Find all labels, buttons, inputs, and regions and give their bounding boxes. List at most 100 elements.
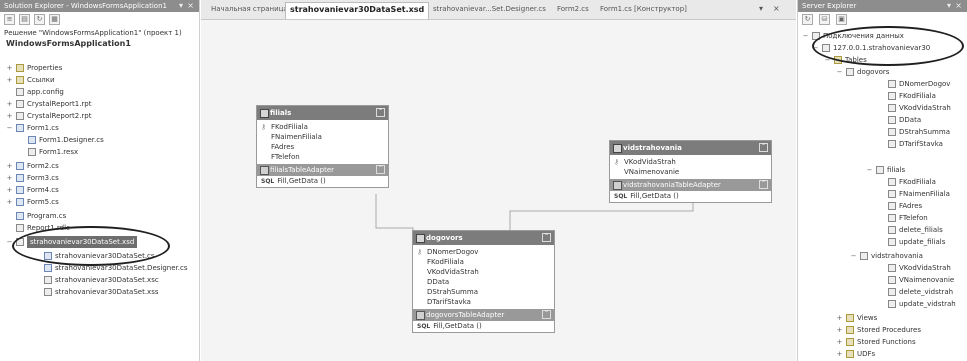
tree-item-trigger[interactable]: update_filials: [888, 236, 945, 248]
tree-item-form1[interactable]: − Form1.cs: [6, 122, 59, 134]
table-header[interactable]: dogovors ˄: [413, 231, 554, 245]
column-row[interactable]: ⚷ DNomerDogov: [413, 247, 554, 257]
tree-item-app-config[interactable]: app.config: [16, 86, 64, 98]
collapse-icon[interactable]: ˄: [542, 310, 551, 319]
close-document-icon[interactable]: ×: [773, 4, 780, 13]
expand-icon[interactable]: +: [836, 348, 843, 360]
tree-item-column[interactable]: DData: [888, 114, 921, 126]
tree-item-table-vidstrahovania[interactable]: − vidstrahovania: [850, 250, 923, 262]
tree-item-column[interactable]: DTarifStavka: [888, 138, 943, 150]
tree-item-column[interactable]: VKodVidaStrah: [888, 102, 951, 114]
tree-item-properties[interactable]: + Properties: [6, 62, 62, 74]
column-row[interactable]: DData: [413, 277, 554, 287]
tree-item-crystalreport2[interactable]: + CrystalReport2.rpt: [6, 110, 91, 122]
table-vidstrahovania[interactable]: vidstrahovania ˄ ⚷ VKodVidaStrah VNaimeno…: [609, 140, 772, 203]
tree-item-crystalreport1[interactable]: + CrystalReport1.rpt: [6, 98, 91, 110]
tree-item-column[interactable]: FKodFiliala: [888, 90, 936, 102]
tree-item-trigger[interactable]: delete_vidstrah: [888, 286, 953, 298]
collapse-icon[interactable]: ˄: [376, 108, 385, 117]
collapse-icon[interactable]: ˄: [759, 180, 768, 189]
table-header[interactable]: filials ˄: [257, 106, 388, 120]
tree-item-program[interactable]: Program.cs: [16, 210, 66, 222]
tree-item-column[interactable]: FKodFiliala: [888, 176, 936, 188]
expand-icon[interactable]: +: [6, 172, 13, 184]
column-row[interactable]: FNaimenFiliala: [257, 132, 388, 142]
table-dogovors[interactable]: dogovors ˄ ⚷ DNomerDogov FKodFiliala VKod…: [412, 230, 555, 333]
column-row[interactable]: DStrahSumma: [413, 287, 554, 297]
tree-item-dataset-xss[interactable]: strahovanievar30DataSet.xss: [44, 286, 159, 298]
tab-dataset-designer[interactable]: strahovanievar...Set.Designer.cs: [433, 5, 546, 13]
tree-item-trigger[interactable]: delete_filials: [888, 224, 943, 236]
expand-icon[interactable]: +: [6, 184, 13, 196]
refresh-icon[interactable]: ↻: [34, 14, 45, 25]
expand-icon[interactable]: +: [836, 324, 843, 336]
tree-item-udfs[interactable]: + UDFs: [836, 348, 875, 360]
designer-canvas[interactable]: filials ˄ ⚷ FKodFiliala FNaimenFiliala FA…: [201, 20, 796, 361]
column-row[interactable]: FAdres: [257, 142, 388, 152]
show-all-files-icon[interactable]: ▤: [19, 14, 30, 25]
collapse-icon[interactable]: ˄: [759, 143, 768, 152]
table-adapter-header[interactable]: vidstrahovaniaTableAdapter ˄: [610, 179, 771, 191]
adapter-method[interactable]: SQL Fill,GetData (): [610, 191, 771, 202]
pin-icon[interactable]: ▾: [947, 1, 951, 11]
connect-to-server-icon[interactable]: ▣: [836, 14, 847, 25]
table-filials[interactable]: filials ˄ ⚷ FKodFiliala FNaimenFiliala FA…: [256, 105, 389, 188]
expand-icon[interactable]: +: [6, 74, 13, 86]
collapse-icon[interactable]: −: [836, 66, 843, 78]
expand-icon[interactable]: +: [6, 160, 13, 172]
collapse-icon[interactable]: −: [6, 122, 13, 134]
tree-item-column[interactable]: FAdres: [888, 200, 922, 212]
column-row[interactable]: ⚷ FKodFiliala: [257, 122, 388, 132]
collapse-icon[interactable]: −: [850, 250, 857, 262]
tab-dataset-xsd[interactable]: strahovanievar30DataSet.xsd: [285, 2, 430, 19]
tree-item-table-dogovors[interactable]: − dogovors: [836, 66, 889, 78]
connect-to-database-icon[interactable]: ⛁: [819, 14, 830, 25]
tree-item-form3[interactable]: + Form3.cs: [6, 172, 59, 184]
collapse-icon[interactable]: ˄: [542, 233, 551, 242]
view-code-icon[interactable]: ▦: [49, 14, 60, 25]
adapter-method[interactable]: SQL Fill,GetData (): [413, 321, 554, 332]
column-row[interactable]: ⚷ VKodVidaStrah: [610, 157, 771, 167]
expand-icon[interactable]: +: [836, 336, 843, 348]
tree-item-column[interactable]: FTelefon: [888, 212, 928, 224]
solution-root[interactable]: Решение "WindowsFormsApplication1" (прое…: [0, 28, 199, 38]
tree-item-form2[interactable]: + Form2.cs: [6, 160, 59, 172]
close-icon[interactable]: ×: [187, 1, 194, 11]
tree-item-form1-designer[interactable]: Form1.Designer.cs: [28, 134, 104, 146]
refresh-icon[interactable]: ↻: [802, 14, 813, 25]
column-row[interactable]: VNaimenovanie: [610, 167, 771, 177]
column-row[interactable]: DTarifStavka: [413, 297, 554, 307]
collapse-icon[interactable]: ˄: [376, 165, 385, 174]
close-icon[interactable]: ×: [955, 1, 962, 11]
table-adapter-header[interactable]: filialsTableAdapter ˄: [257, 164, 388, 176]
tree-item-dataset-xsc[interactable]: strahovanievar30DataSet.xsc: [44, 274, 159, 286]
tab-start-page[interactable]: Начальная страница: [211, 5, 288, 13]
project-node[interactable]: WindowsFormsApplication1: [0, 38, 199, 49]
pin-icon[interactable]: ▾: [179, 1, 183, 11]
column-row[interactable]: VKodVidaStrah: [413, 267, 554, 277]
tree-item-references[interactable]: + Ссылки: [6, 74, 55, 86]
column-row[interactable]: FTelefon: [257, 152, 388, 162]
expand-icon[interactable]: +: [6, 62, 13, 74]
expand-icon[interactable]: +: [836, 312, 843, 324]
tree-item-trigger[interactable]: update_vidstrah: [888, 298, 956, 310]
tree-item-form1-resx[interactable]: Form1.resx: [28, 146, 78, 158]
collapse-icon[interactable]: −: [866, 164, 873, 176]
tree-item-form4[interactable]: + Form4.cs: [6, 184, 59, 196]
properties-icon[interactable]: ≡: [4, 14, 15, 25]
column-row[interactable]: FKodFiliala: [413, 257, 554, 267]
table-adapter-header[interactable]: dogovorsTableAdapter ˄: [413, 309, 554, 321]
tab-form1-designer[interactable]: Form1.cs [Конструктор]: [600, 5, 687, 13]
tree-item-column[interactable]: FNaimenFiliala: [888, 188, 950, 200]
tree-item-form5[interactable]: + Form5.cs: [6, 196, 59, 208]
tab-list-icon[interactable]: ▾: [759, 4, 763, 13]
tree-item-column[interactable]: DNomerDogov: [888, 78, 950, 90]
collapse-icon[interactable]: −: [802, 30, 809, 42]
tree-item-column[interactable]: VNaimenovanie: [888, 274, 954, 286]
tree-item-table-filials[interactable]: − filials: [866, 164, 905, 176]
tree-item-views[interactable]: + Views: [836, 312, 877, 324]
expand-icon[interactable]: +: [6, 110, 13, 122]
tab-form2[interactable]: Form2.cs: [557, 5, 589, 13]
tree-item-stored-procedures[interactable]: + Stored Procedures: [836, 324, 921, 336]
tree-item-stored-functions[interactable]: + Stored Functions: [836, 336, 916, 348]
